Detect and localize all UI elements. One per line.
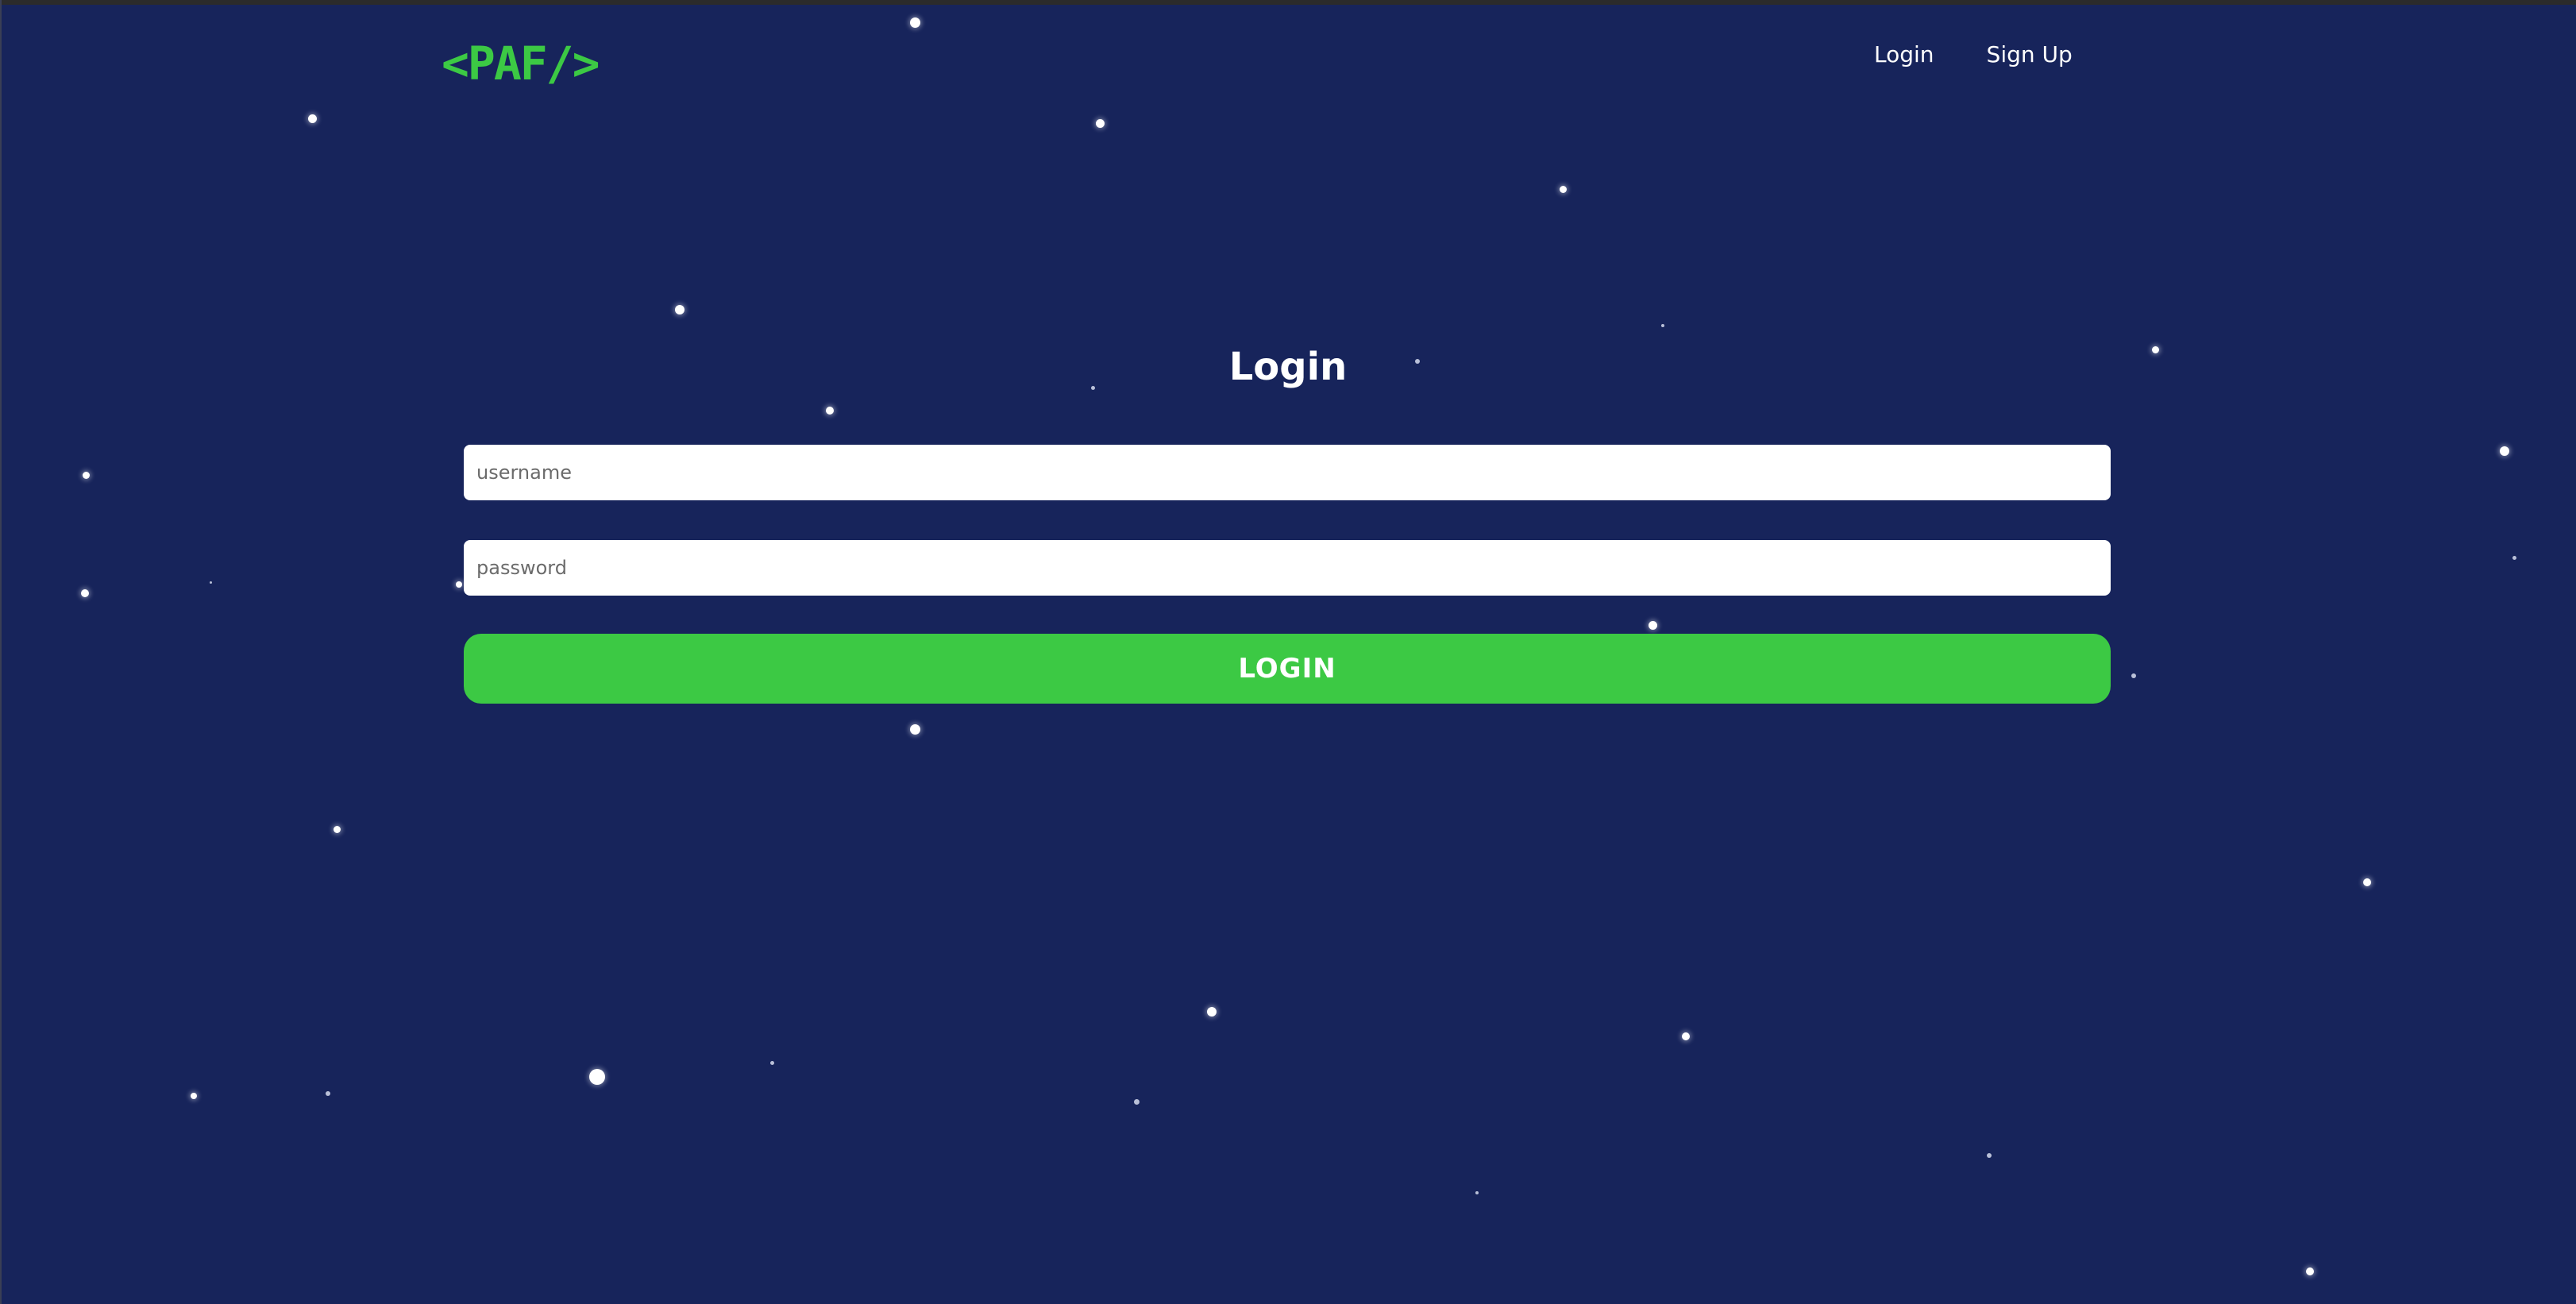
password-input[interactable] — [464, 540, 2111, 596]
star — [675, 305, 684, 314]
star — [1682, 1032, 1690, 1040]
window-top-strip — [0, 0, 2576, 5]
window-left-edge — [0, 0, 2, 1304]
nav-signup-link[interactable]: Sign Up — [1987, 41, 2073, 68]
star — [2131, 673, 2136, 678]
star — [1661, 324, 1664, 327]
username-input[interactable] — [464, 445, 2111, 500]
star — [1560, 186, 1567, 193]
star — [910, 17, 920, 28]
login-heading: Login — [1228, 345, 1348, 389]
star — [770, 1061, 774, 1065]
star — [210, 581, 212, 584]
star — [1134, 1099, 1140, 1105]
star — [334, 826, 341, 833]
star — [2500, 446, 2509, 456]
nav-login-link[interactable]: Login — [1874, 41, 1934, 68]
star — [1987, 1153, 1992, 1158]
star — [2306, 1267, 2314, 1275]
star — [81, 589, 89, 597]
star — [191, 1093, 197, 1099]
star — [456, 581, 462, 588]
top-nav: Login Sign Up — [1874, 41, 2073, 68]
star — [2512, 556, 2516, 560]
star — [910, 724, 920, 735]
star — [83, 472, 90, 479]
star — [1475, 1191, 1479, 1194]
star — [826, 407, 834, 415]
star — [326, 1091, 330, 1096]
star — [589, 1069, 605, 1085]
brand-logo[interactable]: <PAF/> — [442, 37, 600, 91]
star — [1096, 119, 1105, 128]
star — [2363, 878, 2371, 886]
login-submit-button[interactable]: LOGIN — [464, 634, 2111, 704]
star — [1649, 621, 1657, 630]
star — [1207, 1007, 1217, 1017]
star — [308, 114, 317, 123]
